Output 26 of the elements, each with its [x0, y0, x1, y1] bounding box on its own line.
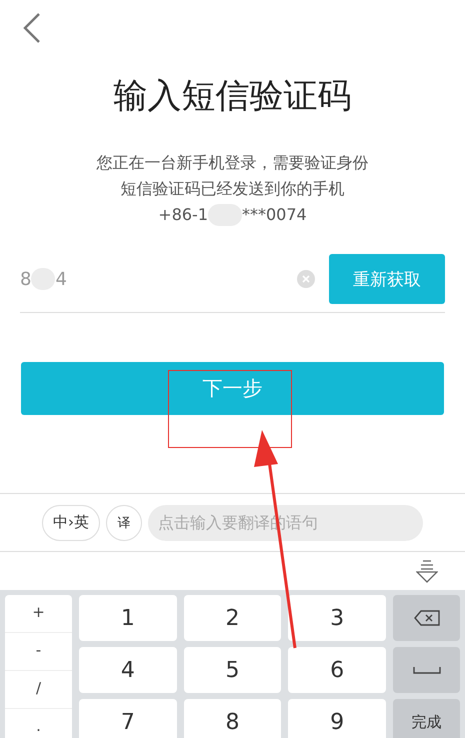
collapse-keyboard-icon[interactable]: [416, 559, 438, 583]
notice-text: 您正在一台新手机登录，需要验证身份: [96, 152, 370, 174]
number-key[interactable]: 5: [184, 647, 282, 693]
notice-text: 短信验证码已经发送到你的手机: [120, 178, 346, 200]
symbol-key[interactable]: -: [5, 633, 72, 671]
language-toggle[interactable]: 中›英: [42, 504, 100, 540]
number-key[interactable]: 2: [184, 595, 282, 641]
done-key[interactable]: 完成: [393, 699, 460, 738]
phone-prefix: +86-1: [158, 204, 208, 226]
page-title: 输入短信验证码: [112, 75, 352, 118]
phone-suffix: ***0074: [242, 204, 307, 226]
number-key[interactable]: 1: [79, 595, 177, 641]
back-icon[interactable]: [22, 12, 42, 44]
number-key[interactable]: 9: [288, 699, 386, 738]
backspace-key[interactable]: [393, 595, 460, 641]
number-key[interactable]: 7: [79, 699, 177, 738]
number-key[interactable]: 8: [184, 699, 282, 738]
backspace-icon: [414, 610, 440, 626]
number-key[interactable]: 6: [288, 647, 386, 693]
number-key[interactable]: 3: [288, 595, 386, 641]
symbol-key[interactable]: +: [5, 595, 72, 633]
number-key[interactable]: 4: [79, 647, 177, 693]
symbol-key[interactable]: /: [5, 671, 72, 709]
symbol-key[interactable]: .: [5, 709, 72, 738]
space-icon: [412, 666, 440, 674]
translate-button[interactable]: 译: [106, 504, 142, 540]
